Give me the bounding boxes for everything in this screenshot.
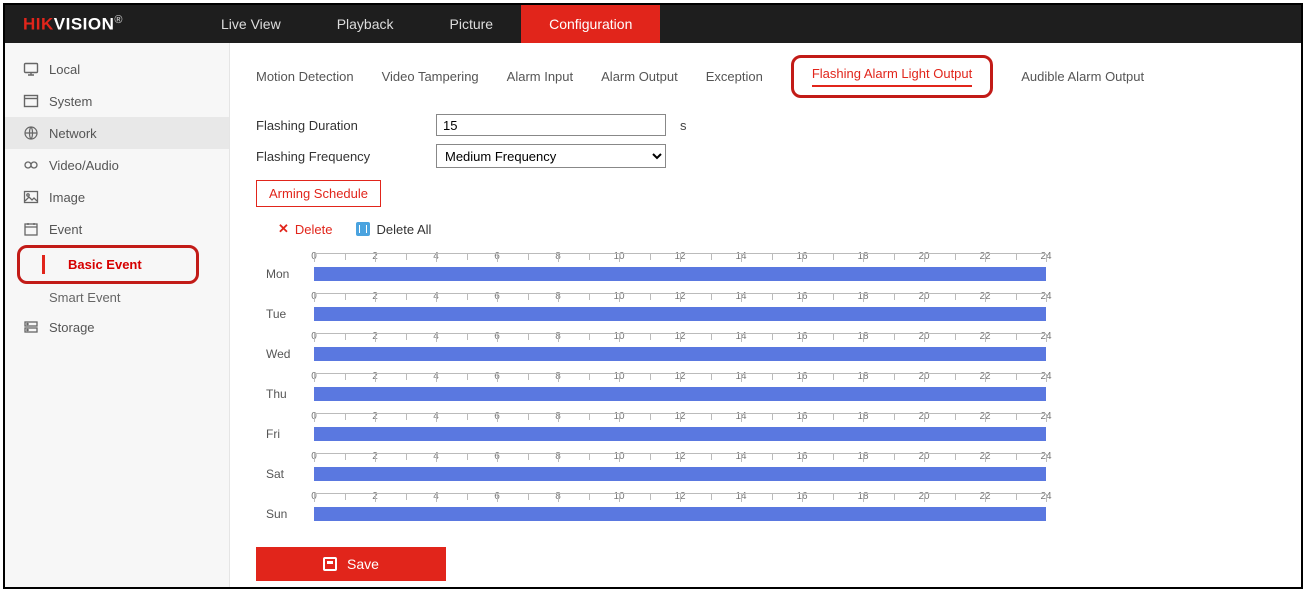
sidebar-item-label: Network (49, 126, 97, 141)
schedule-ruler (314, 493, 1046, 507)
schedule-row-mon[interactable]: Mon024681012141618202224 (266, 245, 1046, 285)
schedule-ruler (314, 333, 1046, 347)
duration-unit: s (680, 118, 687, 133)
schedule-row-sun[interactable]: Sun024681012141618202224 (266, 485, 1046, 525)
main-content: Motion Detection Video Tampering Alarm Inp… (230, 43, 1301, 587)
sidebar-item-label: Storage (49, 320, 95, 335)
storage-icon (23, 319, 39, 335)
schedule-track[interactable]: 024681012141618202224 (314, 453, 1046, 485)
schedule-bar[interactable] (314, 387, 1046, 401)
schedule-track[interactable]: 024681012141618202224 (314, 293, 1046, 325)
highlight-basic-event: Basic Event (17, 245, 199, 284)
close-icon: ✕ (278, 221, 289, 237)
save-icon (323, 557, 337, 571)
sidebar-item-network[interactable]: Network (5, 117, 229, 149)
subtab-audible-alarm-output[interactable]: Audible Alarm Output (1021, 65, 1144, 88)
schedule-ruler (314, 413, 1046, 427)
schedule-day-label: Fri (266, 427, 314, 445)
schedule-track[interactable]: 024681012141618202224 (314, 373, 1046, 405)
schedule-row-tue[interactable]: Tue024681012141618202224 (266, 285, 1046, 325)
schedule-row-fri[interactable]: Fri024681012141618202224 (266, 405, 1046, 445)
schedule-row-wed[interactable]: Wed024681012141618202224 (266, 325, 1046, 365)
delete-all-button[interactable]: Delete All (356, 222, 431, 237)
brand-reg: ® (114, 14, 123, 26)
subtab-flashing-alarm-light-output[interactable]: Flashing Alarm Light Output (812, 62, 972, 87)
sidebar-item-event[interactable]: Event (5, 213, 229, 245)
sidebar-item-label: Video/Audio (49, 158, 119, 173)
schedule-ruler (314, 253, 1046, 267)
flashing-duration-input[interactable] (436, 114, 666, 136)
schedule-day-label: Thu (266, 387, 314, 405)
av-icon (23, 157, 39, 173)
schedule-ruler (314, 453, 1046, 467)
monitor-icon (23, 61, 39, 77)
schedule-row-thu[interactable]: Thu024681012141618202224 (266, 365, 1046, 405)
subtab-motion-detection[interactable]: Motion Detection (256, 65, 354, 88)
sidebar-sub-smart-event[interactable]: Smart Event (5, 284, 229, 311)
sidebar-item-label: Image (49, 190, 85, 205)
schedule-bar[interactable] (314, 427, 1046, 441)
topnav-configuration[interactable]: Configuration (521, 5, 660, 43)
sidebar: Local System Network Video/Audio Image Event B… (5, 43, 230, 587)
topnav-playback[interactable]: Playback (309, 5, 422, 43)
schedule-track[interactable]: 024681012141618202224 (314, 253, 1046, 285)
brand-logo: HIKVISION® (23, 14, 123, 35)
flashing-duration-label: Flashing Duration (256, 118, 436, 133)
schedule-row-sat[interactable]: Sat024681012141618202224 (266, 445, 1046, 485)
topnav-picture[interactable]: Picture (422, 5, 522, 43)
schedule-day-label: Sat (266, 467, 314, 485)
schedule-day-label: Mon (266, 267, 314, 285)
arming-schedule-tab[interactable]: Arming Schedule (256, 180, 381, 207)
sidebar-item-label: Event (49, 222, 82, 237)
schedule-toolbar: ✕ Delete Delete All (256, 215, 1275, 245)
delete-button[interactable]: ✕ Delete (278, 221, 332, 237)
schedule-track[interactable]: 024681012141618202224 (314, 413, 1046, 445)
delete-all-label: Delete All (376, 222, 431, 237)
globe-icon (23, 125, 39, 141)
sidebar-item-local[interactable]: Local (5, 53, 229, 85)
save-label: Save (347, 556, 379, 572)
schedule-track[interactable]: 024681012141618202224 (314, 493, 1046, 525)
flashing-frequency-row: Flashing Frequency Medium Frequency (256, 144, 1275, 168)
calendar-icon (23, 221, 39, 237)
subtab-exception[interactable]: Exception (706, 65, 763, 88)
schedule-bar[interactable] (314, 467, 1046, 481)
top-bar: HIKVISION® Live ViewPlaybackPictureConfi… (5, 5, 1301, 43)
sidebar-item-image[interactable]: Image (5, 181, 229, 213)
subtab-alarm-input[interactable]: Alarm Input (507, 65, 573, 88)
subtab-alarm-output[interactable]: Alarm Output (601, 65, 678, 88)
sidebar-item-label: Local (49, 62, 80, 77)
sidebar-item-system[interactable]: System (5, 85, 229, 117)
sidebar-item-label: System (49, 94, 92, 109)
flashing-frequency-label: Flashing Frequency (256, 149, 436, 164)
schedule-bar[interactable] (314, 507, 1046, 521)
schedule-day-label: Sun (266, 507, 314, 525)
schedule-bar[interactable] (314, 307, 1046, 321)
brand-part2: VISION (54, 14, 115, 33)
sidebar-item-storage[interactable]: Storage (5, 311, 229, 343)
sidebar-item-video-audio[interactable]: Video/Audio (5, 149, 229, 181)
subtab-bar: Motion Detection Video Tampering Alarm Inp… (256, 55, 1275, 98)
flashing-duration-row: Flashing Duration s (256, 114, 1275, 136)
schedule-day-label: Wed (266, 347, 314, 365)
window-icon (23, 93, 39, 109)
schedule-ruler (314, 293, 1046, 307)
topnav-live-view[interactable]: Live View (193, 5, 309, 43)
top-nav: Live ViewPlaybackPictureConfiguration (193, 5, 660, 43)
save-button[interactable]: Save (256, 547, 446, 581)
flashing-frequency-select[interactable]: Medium Frequency (436, 144, 666, 168)
schedule-bar[interactable] (314, 347, 1046, 361)
trash-icon (356, 222, 370, 236)
sidebar-sub-basic-event[interactable]: Basic Event (24, 251, 192, 278)
highlight-flashing-alarm-tab: Flashing Alarm Light Output (791, 55, 993, 98)
arming-schedule-grid[interactable]: Mon024681012141618202224Tue0246810121416… (256, 245, 1046, 525)
schedule-day-label: Tue (266, 307, 314, 325)
schedule-bar[interactable] (314, 267, 1046, 281)
schedule-ruler (314, 373, 1046, 387)
delete-label: Delete (295, 222, 333, 237)
image-icon (23, 189, 39, 205)
schedule-track[interactable]: 024681012141618202224 (314, 333, 1046, 365)
subtab-video-tampering[interactable]: Video Tampering (382, 65, 479, 88)
brand-part1: HIK (23, 14, 54, 33)
